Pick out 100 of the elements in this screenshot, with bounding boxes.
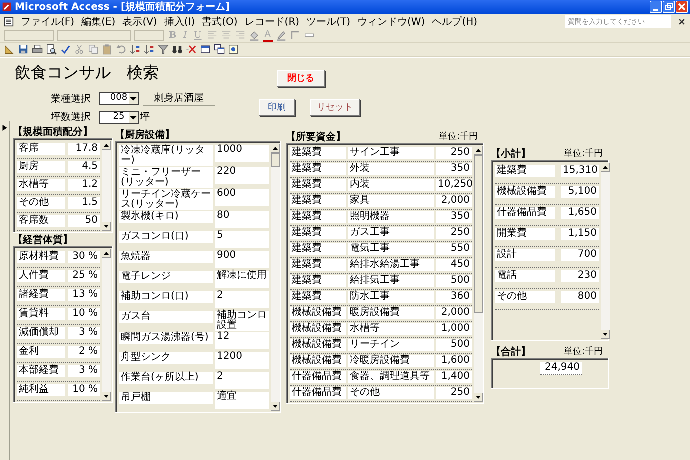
menu-item[interactable]: レコード(R): [244, 14, 300, 28]
menu-item[interactable]: 編集(E): [82, 14, 116, 28]
category-cell: 建築費: [290, 163, 346, 175]
row-label: その他: [17, 197, 65, 209]
scroll-down-button[interactable]: [271, 402, 280, 411]
row-label: 魚焼器: [119, 251, 213, 263]
category-cell: 建築費: [290, 259, 346, 271]
category-cell: 建築費: [290, 195, 346, 207]
printer-icon[interactable]: [32, 44, 43, 55]
window-title: Microsoft Access - [規模面積配分フォーム]: [15, 0, 232, 14]
close-icon[interactable]: [678, 18, 686, 26]
scroll-up-button[interactable]: [601, 163, 610, 172]
row-label: 原材料費: [17, 251, 65, 263]
item-cell: その他: [348, 387, 434, 399]
row-label: 客席数: [17, 215, 65, 227]
checkmark-icon[interactable]: [60, 44, 71, 55]
amount-cell: 500: [436, 339, 472, 351]
row-label: 舟型シンク: [119, 352, 213, 364]
reset-button[interactable]: リセット: [310, 99, 360, 116]
section-title: 【所要資金】: [286, 132, 346, 143]
row-value: 10 %: [68, 308, 100, 320]
row-label: リーチイン冷蔵ケース(リッター): [119, 189, 213, 210]
row-value: 80: [215, 211, 269, 228]
window-icon[interactable]: [200, 44, 211, 55]
industry-dropdown[interactable]: 008: [99, 92, 139, 105]
scroll-thumb[interactable]: [271, 153, 280, 167]
category-cell: 建築費: [290, 147, 346, 159]
menu-item[interactable]: 書式(O): [202, 14, 238, 28]
industry-name: 刺身居酒屋: [143, 91, 215, 106]
row-value: 10 %: [68, 384, 100, 396]
scrollbar[interactable]: [271, 144, 280, 411]
row-value: 補助コンロ設置: [215, 311, 269, 331]
clipboard-icon[interactable]: [102, 44, 113, 55]
scrollbar[interactable]: [601, 163, 610, 339]
pen-icon[interactable]: [276, 30, 287, 41]
menu-item[interactable]: 挿入(I): [164, 14, 196, 28]
print-button[interactable]: 印刷: [259, 99, 295, 116]
paint-bucket-icon[interactable]: [248, 30, 260, 41]
menu-item[interactable]: ウィンドウ(W): [357, 14, 426, 28]
row-value: 900: [215, 251, 269, 268]
menu-item[interactable]: ファイル(F): [21, 14, 75, 28]
scroll-down-button[interactable]: [601, 330, 610, 339]
scrollbar[interactable]: [102, 249, 111, 401]
sort-descending-icon[interactable]: [144, 44, 155, 55]
restore-icon[interactable]: [663, 1, 675, 13]
item-cell: 防水工事: [348, 291, 434, 303]
row-value: 4.5: [68, 161, 100, 173]
cross-icon[interactable]: [186, 44, 197, 55]
scroll-down-button[interactable]: [474, 393, 483, 402]
item-cell: 家具: [348, 195, 434, 207]
row-label: ガスコンロ(口): [119, 231, 213, 243]
row-value: 1,650: [561, 207, 599, 219]
row-label: 設計: [495, 249, 555, 261]
minimize-icon[interactable]: [650, 1, 662, 13]
current-record-icon: [2, 124, 8, 132]
scroll-up-button[interactable]: [102, 249, 111, 258]
scrollbar[interactable]: [474, 146, 483, 402]
scroll-up-button[interactable]: [102, 141, 111, 150]
row-value: 解凍に使用: [215, 271, 269, 288]
item-cell: 給排気工事: [348, 275, 434, 287]
amount-cell: 10,250: [436, 179, 472, 191]
funnel-icon[interactable]: [158, 44, 169, 55]
item-cell: リーチイン: [348, 339, 434, 351]
row-value: 2: [215, 291, 269, 308]
menu-item[interactable]: ヘルプ(H): [432, 14, 478, 28]
sort-ascending-icon[interactable]: [130, 44, 141, 55]
scrollbar[interactable]: [102, 141, 111, 231]
section-title: 【合計】: [491, 347, 531, 358]
category-cell: 建築費: [290, 275, 346, 287]
form-icon[interactable]: [4, 16, 14, 26]
section-title: 【経営体質】: [13, 235, 74, 246]
row-label: 電話: [495, 270, 555, 282]
row-value: 700: [561, 249, 599, 261]
scroll-down-button[interactable]: [102, 392, 111, 401]
item-cell: 暖房設備費: [348, 307, 434, 319]
page-magnifier-icon[interactable]: [46, 44, 57, 55]
tsubo-dropdown[interactable]: 25: [99, 110, 139, 124]
menu-item[interactable]: ツール(T): [306, 14, 350, 28]
category-cell: 建築費: [290, 211, 346, 223]
close-button[interactable]: 閉じる: [277, 70, 325, 87]
scroll-down-button[interactable]: [102, 222, 111, 231]
row-label: 瞬間ガス湯沸器(号): [119, 332, 213, 344]
row-label: 建築費: [495, 165, 555, 177]
scroll-up-button[interactable]: [474, 146, 483, 155]
windows-icon[interactable]: [214, 44, 225, 55]
row-label: 補助コンロ(口): [119, 291, 213, 303]
item-cell: 照明機器: [348, 211, 434, 223]
row-value: 3 %: [68, 365, 100, 377]
row-value: 600: [215, 189, 269, 206]
item-cell: 内装: [348, 179, 434, 191]
row-label: 吊戸棚: [119, 392, 213, 404]
row-label: 機械設備費: [495, 186, 555, 198]
binoculars-icon[interactable]: [172, 44, 183, 55]
amount-cell: 350: [436, 211, 472, 223]
scroll-up-button[interactable]: [271, 144, 280, 153]
save-icon[interactable]: [18, 44, 29, 55]
item-cell: ガス工事: [348, 227, 434, 239]
menu-item[interactable]: 表示(V): [122, 14, 158, 28]
row-label: 水槽等: [17, 179, 65, 191]
field-label: 坪数選択: [51, 111, 92, 124]
